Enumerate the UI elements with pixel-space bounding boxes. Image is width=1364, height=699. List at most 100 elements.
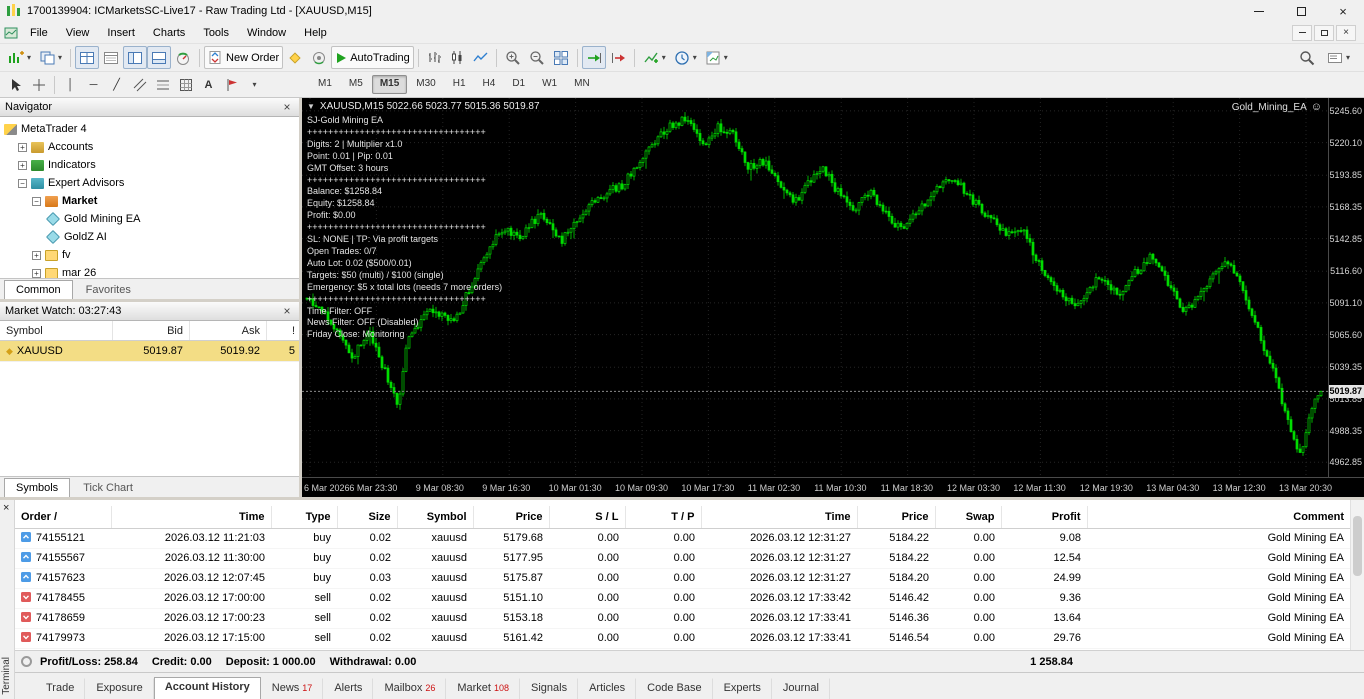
collapse-triangle-icon[interactable]: ▼ (307, 102, 315, 111)
timeframe-h1[interactable]: H1 (445, 75, 474, 94)
column-header-symbol[interactable]: Symbol (396, 506, 473, 529)
bar-chart-type-button[interactable] (423, 46, 446, 69)
equidistant-channel-button[interactable] (128, 73, 151, 96)
new-chart-button[interactable]: ▾ (4, 46, 35, 69)
navigator-tab-common[interactable]: Common (4, 280, 73, 299)
timeframe-d1[interactable]: D1 (504, 75, 533, 94)
menu-help[interactable]: Help (295, 24, 336, 42)
navigator-toggle[interactable] (123, 46, 148, 69)
menu-window[interactable]: Window (238, 24, 295, 42)
close-icon[interactable]: × (3, 502, 9, 514)
navigator-item-metatrader-4[interactable]: MetaTrader 4 (0, 120, 299, 138)
toolbar-options-button[interactable]: ▾ (1323, 46, 1354, 69)
terminal-tab-account-history[interactable]: Account History (153, 677, 261, 699)
menu-view[interactable]: View (57, 24, 99, 42)
column-header-symbol[interactable]: Symbol (0, 321, 112, 340)
tile-windows-button[interactable] (549, 46, 573, 69)
tree-expand-toggle[interactable]: + (18, 142, 27, 152)
column-header-comment[interactable]: Comment (1086, 506, 1350, 529)
timeframe-m30[interactable]: M30 (408, 75, 443, 94)
ea-smiley-icon[interactable]: ☺ (1311, 101, 1322, 113)
tree-expand-toggle[interactable]: + (32, 250, 41, 260)
terminal-tab-trade[interactable]: Trade (35, 678, 86, 699)
navigator-tab-favorites[interactable]: Favorites (74, 280, 143, 299)
cursor-button[interactable] (4, 73, 27, 96)
navigator-item-fv[interactable]: + fv (0, 246, 299, 264)
navigator-item-accounts[interactable]: + Accounts (0, 138, 299, 156)
navigator-item-market[interactable]: − Market (0, 192, 299, 210)
column-header-order[interactable]: Order / (15, 506, 111, 529)
autotrading-button[interactable]: AutoTrading (331, 46, 414, 69)
terminal-tab-exposure[interactable]: Exposure (85, 678, 154, 699)
navigator-item-expert-advisors[interactable]: − Expert Advisors (0, 174, 299, 192)
close-icon[interactable]: × (1322, 0, 1364, 22)
chart-shift-button[interactable] (606, 46, 630, 69)
terminal-tab-articles[interactable]: Articles (578, 678, 637, 699)
terminal-tab-alerts[interactable]: Alerts (323, 678, 374, 699)
timeframe-w1[interactable]: W1 (534, 75, 565, 94)
timeframe-h4[interactable]: H4 (475, 75, 504, 94)
column-header-t-p[interactable]: T / P (624, 506, 701, 529)
horizontal-line-button[interactable]: ─ (82, 73, 105, 96)
zoom-in-button[interactable] (501, 46, 525, 69)
menu-insert[interactable]: Insert (98, 24, 144, 42)
column-header-swap[interactable]: Swap (934, 506, 1001, 529)
navigator-item-indicators[interactable]: + Indicators (0, 156, 299, 174)
column-header-s-l[interactable]: S / L (548, 506, 625, 529)
history-row-74179973[interactable]: 74179973 2026.03.12 17:15:00 sell 0.02 xauus… (15, 628, 1350, 649)
new-order-button[interactable]: New Order (204, 46, 284, 69)
terminal-toggle[interactable] (147, 46, 172, 69)
timeframe-m5[interactable]: M5 (341, 75, 371, 94)
vertical-line-button[interactable]: │ (59, 73, 82, 96)
attach-ea-button[interactable] (307, 46, 331, 69)
crosshair-button[interactable] (27, 73, 50, 96)
timeframe-m15[interactable]: M15 (371, 75, 408, 94)
tree-expand-toggle[interactable]: − (18, 178, 27, 188)
column-header-time[interactable]: Time (700, 506, 857, 529)
periods-button[interactable]: ▾ (670, 46, 701, 69)
scrollbar-thumb[interactable] (1353, 516, 1362, 576)
shapes-button[interactable] (174, 73, 197, 96)
market-watch-row-xauusd[interactable]: ◆ XAUUSD 5019.87 5019.92 5 (0, 341, 299, 362)
close-icon[interactable]: × (280, 305, 294, 317)
column-header-bid[interactable]: Bid (112, 321, 189, 340)
metaeditor-button[interactable] (283, 46, 307, 69)
terminal-tab-mailbox[interactable]: Mailbox 26 (373, 678, 447, 699)
search-button[interactable] (1295, 46, 1319, 69)
chart-close-icon[interactable]: × (1336, 24, 1356, 41)
column-header-time[interactable]: Time (110, 506, 271, 529)
timeframe-mn[interactable]: MN (566, 75, 598, 94)
timeframe-m1[interactable]: M1 (310, 75, 340, 94)
tree-expand-toggle[interactable]: − (32, 196, 41, 206)
arrows-tool-button[interactable] (220, 73, 243, 96)
data-window-toggle[interactable] (99, 46, 123, 69)
menu-file[interactable]: File (21, 24, 57, 42)
minimize-icon[interactable] (1238, 0, 1280, 22)
history-row-74155567[interactable]: 74155567 2026.03.12 11:30:00 buy 0.02 xauusd… (15, 548, 1350, 569)
tree-expand-toggle[interactable]: + (18, 160, 27, 170)
auto-scroll-button[interactable] (581, 46, 606, 69)
navigator-item-mar-26[interactable]: + mar 26 (0, 264, 299, 278)
column-header-size[interactable]: Size (336, 506, 397, 529)
menu-tools[interactable]: Tools (194, 24, 238, 42)
history-row-74157623[interactable]: 74157623 2026.03.12 12:07:45 buy 0.03 xauusd… (15, 568, 1350, 589)
terminal-tab-news[interactable]: News 17 (261, 678, 324, 699)
fibonacci-button[interactable] (151, 73, 174, 96)
history-row-74155121[interactable]: 74155121 2026.03.12 11:21:03 buy 0.02 xauusd… (15, 528, 1350, 549)
strategy-tester-toggle[interactable] (171, 46, 195, 69)
terminal-tab-experts[interactable]: Experts (713, 678, 772, 699)
column-header-price[interactable]: Price (856, 506, 935, 529)
column-header-ask[interactable]: Ask (189, 321, 266, 340)
profiles-button[interactable]: ▾ (35, 46, 66, 69)
terminal-scrollbar[interactable] (1350, 500, 1364, 650)
chart-area[interactable]: ▼ XAUUSD,M15 5022.66 5023.77 5015.36 501… (302, 98, 1364, 497)
chart-minimize-icon[interactable] (1292, 24, 1312, 41)
line-studies-more-button[interactable]: ▾ (243, 73, 266, 96)
column-header-price[interactable]: Price (472, 506, 549, 529)
close-icon[interactable]: × (280, 101, 294, 113)
templates-button[interactable]: ▾ (701, 46, 732, 69)
zoom-out-button[interactable] (525, 46, 549, 69)
text-tool-button[interactable]: A (197, 73, 220, 96)
terminal-tab-signals[interactable]: Signals (520, 678, 579, 699)
column-header-type[interactable]: Type (270, 506, 337, 529)
